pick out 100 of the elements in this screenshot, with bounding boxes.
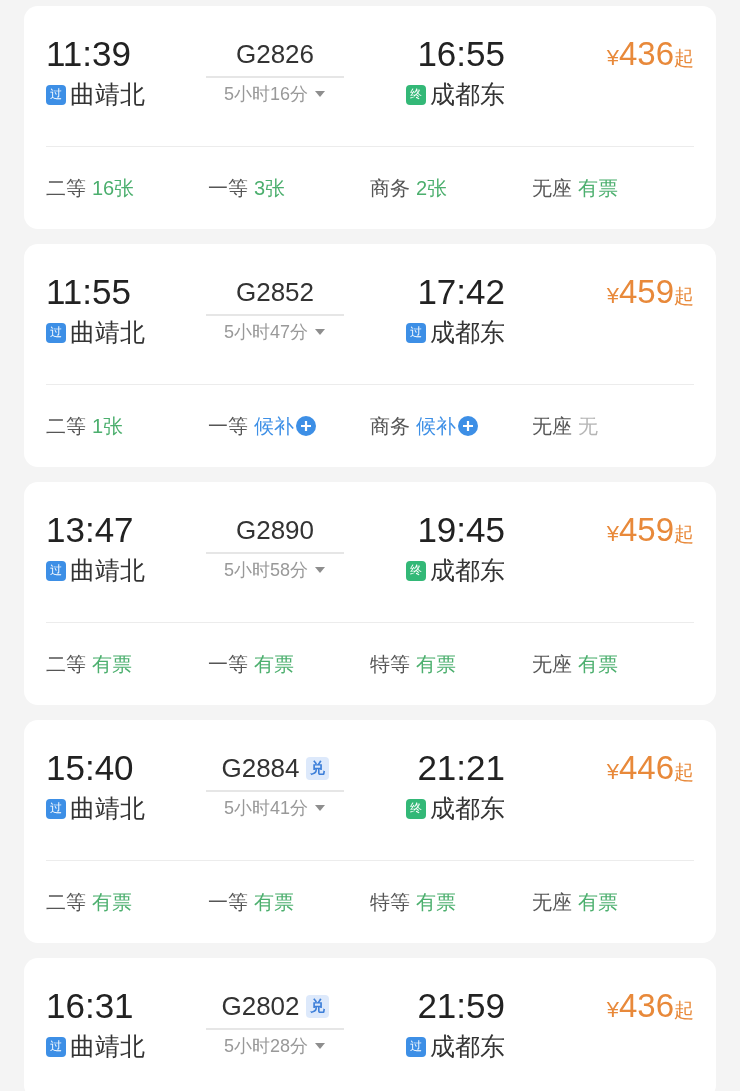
departure-station: 曲靖北: [70, 79, 145, 110]
departure-time: 16:31: [46, 986, 135, 1026]
caret-icon[interactable]: [314, 1042, 326, 1050]
seat-availability: 有票: [254, 651, 294, 677]
departure-station: 曲靖北: [70, 317, 145, 348]
redeem-badge: 兑: [305, 756, 329, 780]
redeem-badge: 兑: [305, 994, 329, 1018]
seat-availability: 有票: [578, 651, 618, 677]
currency-sign: ¥: [606, 521, 619, 548]
caret-icon[interactable]: [314, 804, 326, 812]
arrival-time: 16:55: [417, 34, 505, 74]
station-badge: 过: [46, 322, 66, 343]
departure-station: 曲靖北: [70, 1031, 145, 1062]
arrival-time: 19:45: [417, 510, 505, 550]
price: 446: [618, 748, 674, 788]
train-number: G2826: [235, 38, 315, 70]
price-suffix: 起: [674, 522, 694, 547]
price-suffix: 起: [674, 284, 694, 309]
seat-class: 特等: [370, 889, 410, 915]
duration: 5小时41分: [223, 797, 308, 820]
train-card[interactable]: 13:47 过 曲靖北 G2890 5小时58分 19:45 终 成都东 ¥459起 二等 有票 一等 有票 特等 有票 无座 有票: [24, 482, 716, 705]
station-badge: 过: [46, 560, 66, 581]
train-number: G2890: [235, 514, 315, 546]
duration: 5小时47分: [223, 321, 308, 344]
seat-availability: 有票: [416, 651, 456, 677]
duration: 5小时28分: [223, 1035, 308, 1058]
station-badge: 过: [46, 84, 66, 105]
price: 459: [618, 510, 674, 550]
seat-class: 商务: [370, 413, 410, 439]
seat-availability: 有票: [92, 889, 132, 915]
seat-class: 一等: [208, 651, 248, 677]
train-card[interactable]: 16:31 过 曲靖北 G2802 兑 5小时28分 21:59 过 成都东 ¥436起: [24, 958, 716, 1091]
seat-availability: 有票: [578, 889, 618, 915]
plus-icon[interactable]: [458, 416, 478, 436]
arrival-time: 21:59: [417, 986, 505, 1026]
currency-sign: ¥: [606, 45, 619, 72]
currency-sign: ¥: [606, 759, 619, 786]
seat-availability: 无: [578, 413, 598, 439]
train-card[interactable]: 15:40 过 曲靖北 G2884 兑 5小时41分 21:21 终 成都东 ¥446起 二等 有票 一等 有票 特等 有票 无座 有票: [24, 720, 716, 943]
train-card[interactable]: 11:39 过 曲靖北 G2826 5小时16分 16:55 终 成都东 ¥436起 二等 16张 一等 3张 商务 2张 无座 有票: [24, 6, 716, 229]
arrival-time: 21:21: [417, 748, 505, 788]
seat-class: 商务: [370, 175, 410, 201]
seat-class: 无座: [532, 889, 572, 915]
seat-class: 无座: [532, 413, 572, 439]
departure-station: 曲靖北: [70, 555, 145, 586]
arrival-station: 成都东: [430, 555, 505, 586]
departure-time: 15:40: [46, 748, 135, 788]
plus-icon[interactable]: [296, 416, 316, 436]
seat-availability: 有票: [578, 175, 618, 201]
price-suffix: 起: [674, 760, 694, 785]
caret-icon[interactable]: [314, 328, 326, 336]
arrival-station: 成都东: [430, 1031, 505, 1062]
price: 436: [618, 34, 674, 74]
train-number: G2852: [235, 276, 315, 308]
station-badge: 终: [406, 798, 426, 819]
station-badge: 过: [406, 322, 426, 343]
train-number: G2884: [221, 752, 300, 784]
seat-class: 二等: [46, 651, 86, 677]
seat-class: 一等: [208, 175, 248, 201]
arrival-time: 17:42: [417, 272, 505, 312]
seat-availability: 3张: [254, 175, 286, 201]
arrival-station: 成都东: [430, 793, 505, 824]
train-card[interactable]: 11:55 过 曲靖北 G2852 5小时47分 17:42 过 成都东 ¥459起 二等 1张 一等 候补 商务 候补 无座 无: [24, 244, 716, 467]
seat-class: 无座: [532, 175, 572, 201]
station-badge: 终: [406, 84, 426, 105]
price-suffix: 起: [674, 998, 694, 1023]
price: 459: [618, 272, 674, 312]
seat-class: 一等: [208, 413, 248, 439]
seat-availability: 候补: [254, 413, 294, 439]
currency-sign: ¥: [606, 997, 619, 1024]
seat-availability: 1张: [92, 413, 124, 439]
duration: 5小时58分: [223, 559, 308, 582]
seat-availability: 候补: [416, 413, 456, 439]
price-suffix: 起: [674, 46, 694, 71]
seat-availability: 2张: [416, 175, 448, 201]
seat-class: 二等: [46, 175, 86, 201]
arrival-station: 成都东: [430, 317, 505, 348]
train-number: G2802: [221, 990, 300, 1022]
caret-icon[interactable]: [314, 566, 326, 574]
price: 436: [618, 986, 674, 1026]
seat-availability: 有票: [416, 889, 456, 915]
seat-class: 特等: [370, 651, 410, 677]
seat-class: 二等: [46, 413, 86, 439]
station-badge: 终: [406, 560, 426, 581]
seat-availability: 有票: [254, 889, 294, 915]
caret-icon[interactable]: [314, 90, 326, 98]
duration: 5小时16分: [223, 83, 308, 106]
arrival-station: 成都东: [430, 79, 505, 110]
station-badge: 过: [46, 1036, 66, 1057]
station-badge: 过: [46, 798, 66, 819]
departure-station: 曲靖北: [70, 793, 145, 824]
seat-class: 一等: [208, 889, 248, 915]
departure-time: 11:55: [46, 272, 132, 312]
departure-time: 11:39: [46, 34, 132, 74]
seat-availability: 有票: [92, 651, 132, 677]
station-badge: 过: [406, 1036, 426, 1057]
departure-time: 13:47: [46, 510, 135, 550]
currency-sign: ¥: [606, 283, 619, 310]
seat-availability: 16张: [92, 175, 135, 201]
seat-class: 二等: [46, 889, 86, 915]
